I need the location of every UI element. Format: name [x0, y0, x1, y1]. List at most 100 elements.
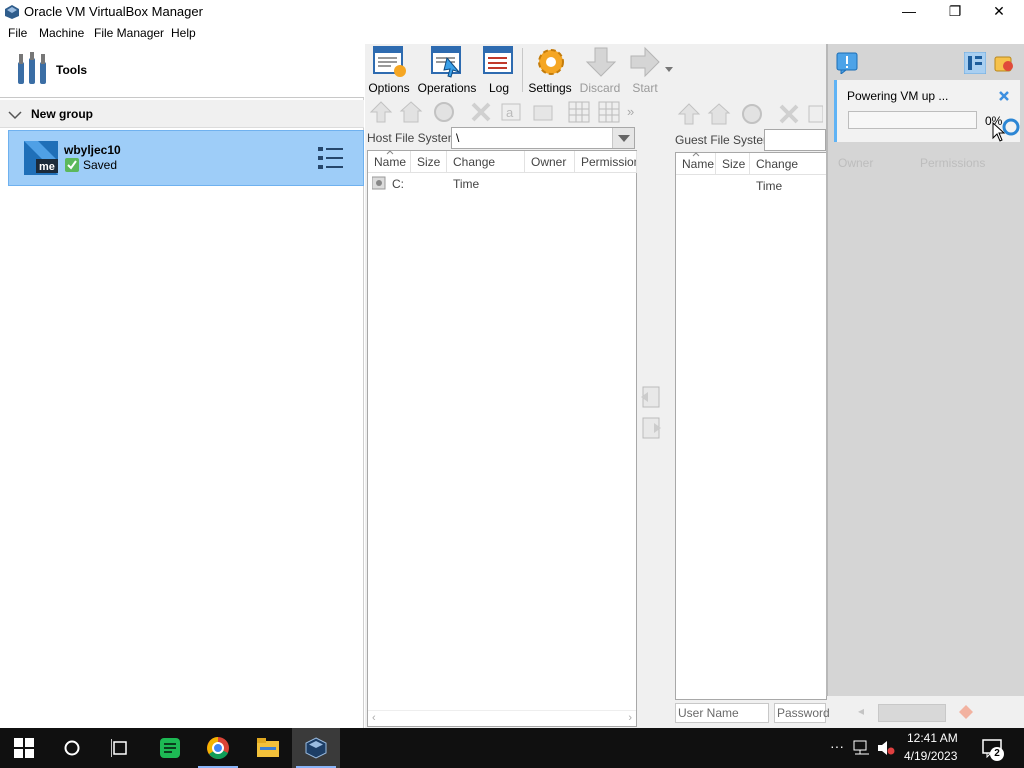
settings-button[interactable]: Settings: [527, 44, 573, 96]
refresh-icon[interactable]: [740, 102, 764, 126]
options-icon: [373, 46, 406, 77]
scroll-right-icon[interactable]: ›: [628, 712, 632, 724]
svg-text:a: a: [506, 105, 514, 120]
notification-count-badge: 2: [990, 747, 1004, 761]
settings-gear-icon: [538, 49, 564, 75]
rename-icon[interactable]: [807, 102, 823, 126]
toggle-sort-icon[interactable]: [964, 52, 986, 74]
close-button[interactable]: ✕: [976, 0, 1022, 24]
notification-message: Powering VM up ...: [847, 89, 949, 103]
taskbar-app-sheets[interactable]: [146, 728, 194, 768]
guest-username-field[interactable]: User Name: [675, 703, 769, 723]
options-button[interactable]: Options: [365, 44, 413, 96]
start-menu-button[interactable]: [0, 728, 48, 768]
group-header[interactable]: New group: [0, 100, 364, 128]
host-horizontal-scrollbar[interactable]: ‹ ›: [368, 710, 636, 726]
refresh-icon[interactable]: [432, 100, 456, 124]
invert-selection-icon[interactable]: [597, 100, 621, 124]
notification-bell-icon[interactable]: [836, 52, 858, 74]
minimize-button[interactable]: —: [886, 0, 932, 24]
menu-file-manager[interactable]: File Manager: [94, 26, 164, 40]
copy-to-guest-icon[interactable]: [639, 416, 663, 440]
home-icon[interactable]: [707, 102, 731, 126]
toolbar-separator: [522, 48, 523, 92]
settings-label: Settings: [528, 81, 572, 95]
restore-button[interactable]: ❐: [932, 0, 978, 24]
guest-col-change-time[interactable]: Change Time: [750, 153, 828, 193]
log-icon: [483, 46, 513, 74]
menu-help[interactable]: Help: [171, 26, 196, 40]
vm-list-item[interactable]: me wbyljec10 Saved: [8, 130, 364, 186]
search-circle-icon: [64, 740, 80, 756]
host-col-owner[interactable]: Owner: [525, 151, 575, 173]
select-all-icon[interactable]: [567, 100, 591, 124]
notification-center: Owner Permissions Powering VM up ... 0% …: [826, 44, 1024, 722]
go-up-icon[interactable]: [369, 100, 393, 124]
chrome-icon: [207, 737, 229, 759]
guest-file-table: Name Size Change Time: [675, 152, 828, 700]
guest-col-size[interactable]: Size: [716, 153, 750, 175]
host-col-size[interactable]: Size: [411, 151, 447, 173]
machine-list-pane: Tools New group me wbyljec10 Saved: [0, 44, 364, 728]
guest-path-combo[interactable]: [764, 129, 826, 151]
host-path-dropdown[interactable]: [612, 128, 634, 148]
start-button[interactable]: Start: [625, 44, 665, 96]
vm-name: wbyljec10: [64, 143, 121, 157]
table-row[interactable]: C:: [370, 175, 634, 193]
search-button[interactable]: [48, 728, 96, 768]
network-icon[interactable]: [853, 740, 871, 756]
faded-arrow-icon: ◂: [858, 704, 865, 718]
overlay-col-permissions: Permissions: [920, 156, 986, 170]
overlay-col-owner: Owner: [838, 156, 874, 170]
copy-to-host-icon[interactable]: [639, 385, 663, 409]
home-icon[interactable]: [399, 100, 423, 124]
drive-icon: [372, 176, 386, 190]
operations-button[interactable]: Operations: [417, 44, 477, 96]
discard-arrow-down-icon: [585, 47, 617, 77]
toolbar-overflow-icon[interactable]: »: [627, 104, 634, 119]
delete-icon[interactable]: [777, 102, 801, 126]
vm-details-menu-icon[interactable]: [318, 146, 344, 170]
taskbar-app-explorer[interactable]: [244, 728, 292, 768]
taskbar: ··· 12:41 AM 4/19/2023 2: [0, 728, 1024, 768]
host-path-combo[interactable]: \: [451, 127, 635, 149]
virtualbox-icon: [305, 737, 327, 759]
task-view-button[interactable]: [96, 728, 144, 768]
volume-muted-icon[interactable]: [877, 740, 895, 756]
file-name: C:: [392, 177, 404, 191]
log-button[interactable]: Log: [479, 44, 519, 96]
delete-icon[interactable]: [469, 100, 493, 124]
operations-label: Operations: [417, 81, 477, 95]
start-dropdown-arrow-icon[interactable]: [665, 66, 675, 74]
go-up-icon[interactable]: [677, 102, 701, 126]
tools-item[interactable]: Tools: [0, 44, 364, 98]
scroll-left-icon[interactable]: ‹: [372, 712, 376, 724]
menu-file[interactable]: File: [8, 26, 27, 40]
taskbar-app-virtualbox[interactable]: [292, 728, 340, 768]
action-center-button[interactable]: 2: [982, 738, 1008, 761]
clock-date[interactable]: 4/19/2023: [904, 749, 957, 763]
menu-machine[interactable]: Machine: [39, 26, 84, 40]
rename-icon[interactable]: a: [500, 100, 524, 124]
guest-password-field[interactable]: Password: [774, 703, 830, 723]
notification-card: Powering VM up ... 0%: [834, 80, 1020, 142]
guest-table-header: Name Size Change Time: [676, 152, 828, 193]
progress-bar: [848, 111, 977, 129]
faded-button: [878, 704, 946, 722]
guest-fs-label: Guest File System:: [675, 133, 777, 147]
host-col-permissions[interactable]: Permissions: [575, 151, 637, 173]
taskbar-app-chrome[interactable]: [194, 728, 242, 768]
svg-text:me: me: [39, 161, 55, 173]
discard-button[interactable]: Discard: [577, 44, 623, 96]
host-col-change-time[interactable]: Change Time: [447, 151, 525, 191]
create-folder-icon[interactable]: [531, 100, 555, 124]
tray-overflow-icon[interactable]: ···: [830, 738, 844, 754]
group-label: New group: [31, 107, 93, 121]
clock-time[interactable]: 12:41 AM: [907, 731, 958, 745]
clear-notifications-icon[interactable]: [993, 52, 1015, 74]
vm-state: Saved: [83, 158, 118, 172]
start-label: Start: [632, 81, 658, 95]
close-notification-icon[interactable]: [998, 90, 1010, 102]
options-label: Options: [368, 81, 410, 95]
log-label: Log: [488, 81, 510, 95]
